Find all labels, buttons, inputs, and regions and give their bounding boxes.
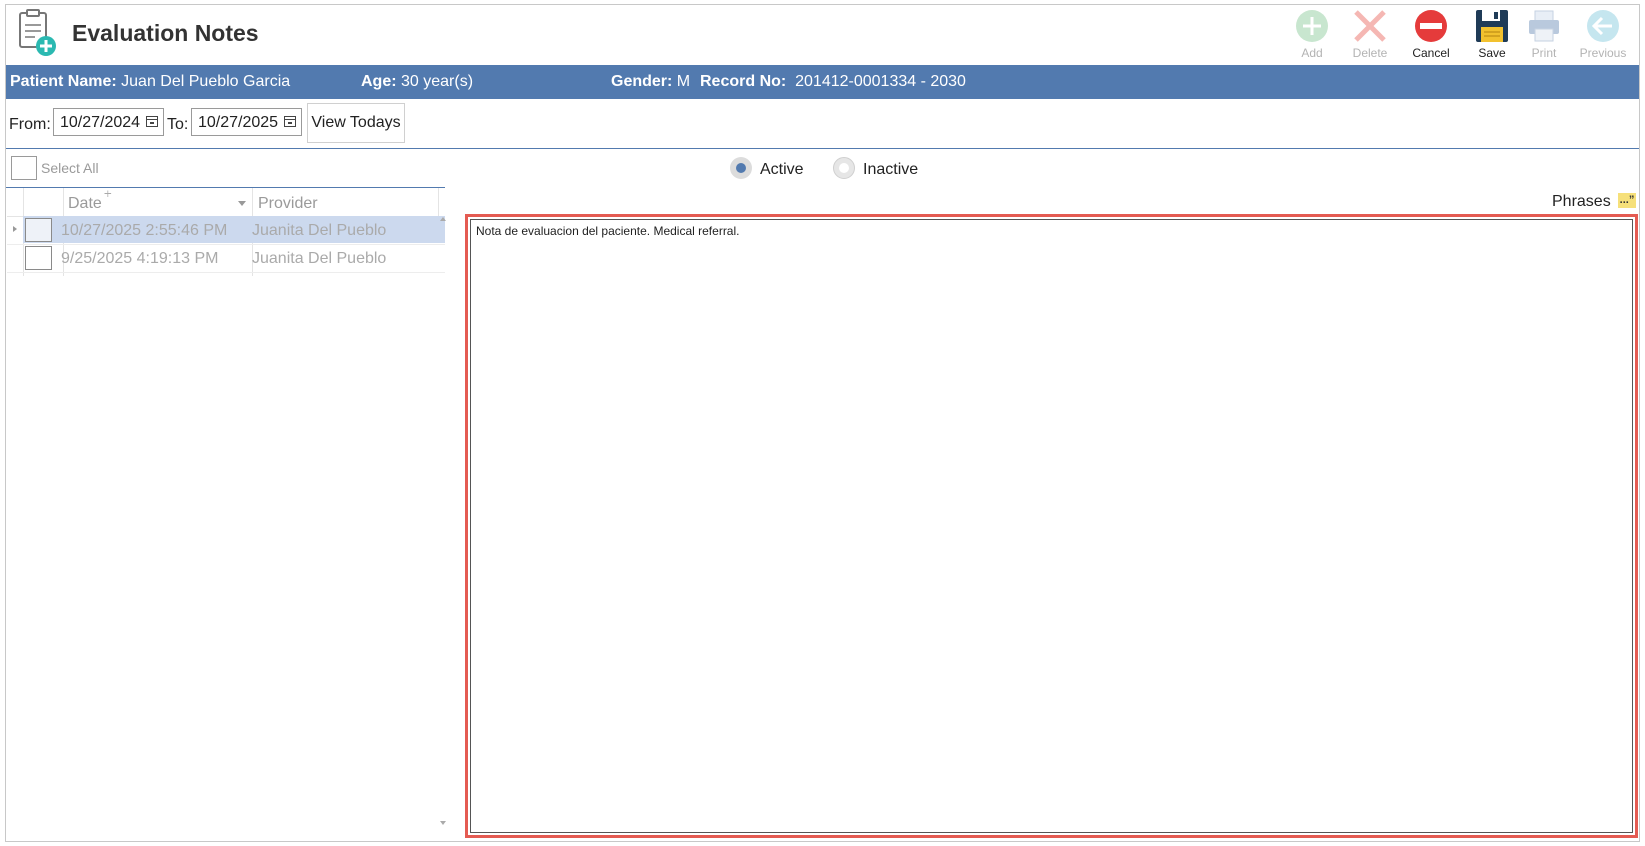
row-checkbox[interactable]: [25, 246, 52, 270]
inactive-radio-label[interactable]: Inactive: [863, 161, 918, 179]
row-date: 9/25/2025 4:19:13 PM: [61, 250, 219, 267]
date-filter-row: From: 10/27/2024 To: 10/27/2025 View Tod…: [6, 102, 1639, 146]
active-radio[interactable]: [730, 157, 752, 179]
select-all-label: Select All: [41, 160, 99, 176]
calendar-icon[interactable]: [146, 116, 158, 127]
patient-name-value: Juan Del Pueblo Garcia: [121, 73, 291, 90]
row-checkbox[interactable]: [25, 218, 52, 242]
sort-dropdown-icon[interactable]: [238, 201, 246, 206]
row-provider: Juanita Del Pueblo: [252, 222, 387, 239]
grid-header: Date 🞣 Provider: [7, 188, 445, 217]
table-row[interactable]: 9/25/2025 4:19:13 PM Juanita Del Pueblo: [7, 244, 445, 273]
date-column-header[interactable]: Date: [68, 195, 102, 213]
row-date: 10/27/2025 2:55:46 PM: [61, 222, 228, 239]
phrases-quote-icon[interactable]: ...”: [1618, 193, 1636, 208]
floppy-disk-icon: [1476, 10, 1508, 42]
calendar-icon[interactable]: [284, 116, 296, 127]
patient-record-value: 201412-0001334 - 2030: [795, 73, 966, 90]
patient-record-field: Record No: 201412-0001334 - 2030: [700, 73, 966, 91]
notes-editor-highlight: Nota de evaluacion del paciente. Medical…: [465, 214, 1638, 838]
phrases-label[interactable]: Phrases: [1552, 193, 1611, 211]
notes-text: Nota de evaluacion del paciente. Medical…: [476, 224, 740, 238]
inactive-radio[interactable]: [833, 157, 855, 179]
print-button[interactable]: Print: [1519, 8, 1569, 62]
view-todays-button[interactable]: View Todays: [307, 103, 405, 143]
add-label: Add: [1301, 46, 1323, 60]
column-divider: [438, 188, 439, 216]
patient-age-value: 30 year(s): [401, 73, 474, 90]
select-all-checkbox[interactable]: [11, 156, 37, 180]
from-label: From:: [9, 116, 51, 133]
row-indicator-icon: [13, 226, 17, 232]
minus-circle-icon: [1415, 10, 1447, 42]
delete-button[interactable]: Delete: [1345, 8, 1395, 62]
scroll-down-icon[interactable]: [440, 821, 446, 825]
filter-icon[interactable]: 🞣: [104, 189, 112, 200]
plus-circle-icon: [1296, 10, 1328, 42]
cancel-label: Cancel: [1412, 46, 1450, 60]
clipboard-add-icon: [17, 9, 57, 57]
print-label: Print: [1531, 46, 1557, 60]
patient-gender-field: Gender: M: [611, 73, 690, 91]
printer-icon: [1529, 10, 1559, 42]
notes-editor[interactable]: Nota de evaluacion del paciente. Medical…: [470, 219, 1633, 833]
delete-label: Delete: [1352, 46, 1388, 60]
row-provider: Juanita Del Pueblo: [252, 250, 387, 267]
page-title: Evaluation Notes: [72, 20, 259, 46]
patient-age-field: Age: 30 year(s): [361, 73, 473, 91]
previous-button[interactable]: Previous: [1578, 8, 1628, 62]
notes-grid: Date 🞣 Provider 10/27/2025 2:55:46 PM Ju…: [7, 188, 445, 839]
to-date-value: 10/27/2025: [198, 114, 279, 131]
from-date-value: 10/27/2024: [60, 114, 141, 131]
to-date-field[interactable]: 10/27/2025: [191, 108, 302, 136]
from-date-field[interactable]: 10/27/2024: [53, 108, 164, 136]
patient-name-label: Patient Name:: [10, 73, 117, 90]
patient-name-field: Patient Name: Juan Del Pueblo Garcia: [10, 73, 290, 91]
table-row[interactable]: 10/27/2025 2:55:46 PM Juanita Del Pueblo: [7, 216, 445, 245]
save-label: Save: [1478, 46, 1506, 60]
scroll-up-icon[interactable]: [440, 217, 446, 221]
patient-age-label: Age:: [361, 73, 397, 90]
active-radio-label[interactable]: Active: [760, 161, 804, 179]
arrow-left-circle-icon: [1587, 10, 1619, 42]
previous-label: Previous: [1579, 46, 1627, 60]
close-x-icon: [1354, 10, 1386, 42]
divider: [6, 148, 1639, 149]
add-button[interactable]: Add: [1287, 8, 1337, 62]
save-button[interactable]: Save: [1467, 8, 1517, 62]
patient-info-bar: Patient Name: Juan Del Pueblo Garcia Age…: [6, 65, 1639, 99]
cancel-button[interactable]: Cancel: [1406, 8, 1456, 62]
to-label: To:: [167, 116, 189, 133]
patient-gender-value: M: [676, 73, 691, 90]
patient-record-label: Record No:: [700, 73, 787, 90]
provider-column-header[interactable]: Provider: [258, 195, 318, 213]
patient-gender-label: Gender:: [611, 73, 673, 90]
